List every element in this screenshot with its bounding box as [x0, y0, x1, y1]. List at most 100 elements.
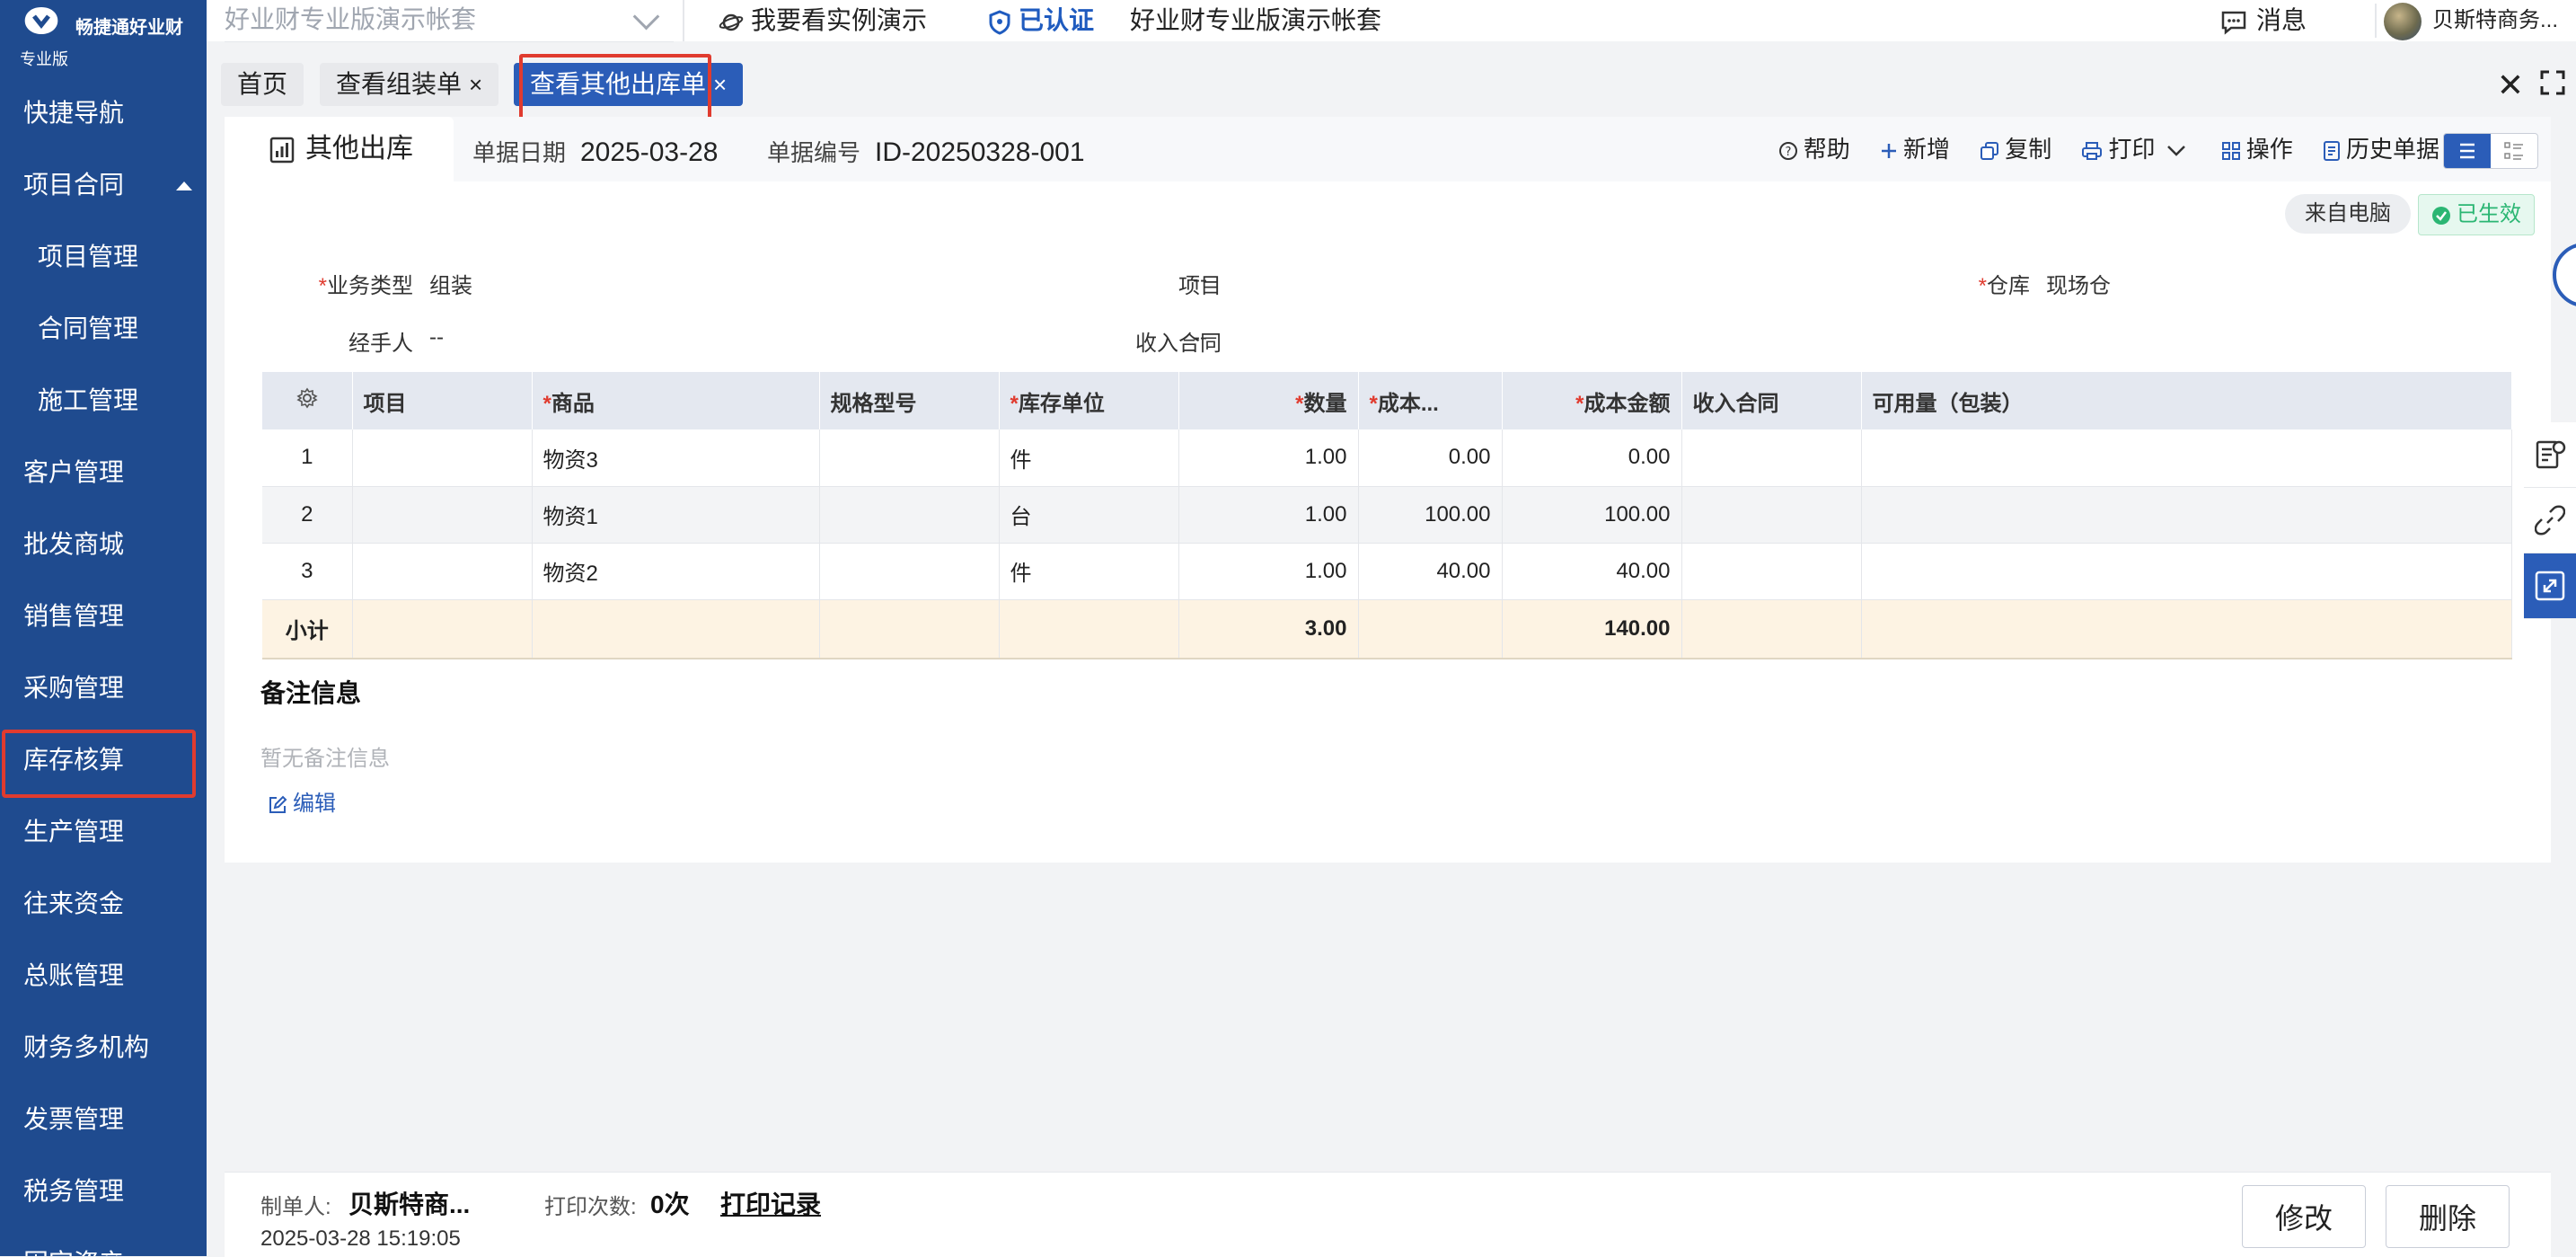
cell-amount: 100.00: [1502, 486, 1682, 544]
nav-sales[interactable]: 销售管理: [0, 580, 207, 652]
nav-fixed-assets[interactable]: 固定资产: [0, 1227, 207, 1256]
cell-contract: [1681, 543, 1862, 600]
col-header-unit: *库存单位: [999, 372, 1179, 429]
tab-view-assembly-label: 查看组装单: [336, 70, 463, 98]
row-index: 1: [262, 429, 353, 487]
cell-qty: 1.00: [1178, 429, 1359, 487]
shield-icon: [989, 9, 1010, 35]
handler-label: 经手人: [348, 332, 413, 356]
fullscreen-icon[interactable]: [2540, 70, 2565, 95]
tab-home[interactable]: 首页: [221, 63, 304, 106]
history-button[interactable]: 历史单据: [2323, 136, 2439, 163]
list-view-toggle[interactable]: [2444, 134, 2491, 168]
nav-tax[interactable]: 税务管理: [0, 1155, 207, 1227]
right-tool-rail: [2524, 422, 2576, 619]
help-button[interactable]: ? 帮助: [1778, 136, 1850, 163]
add-button[interactable]: 新增: [1880, 136, 1950, 163]
print-label: 打印: [2108, 136, 2156, 163]
total-empty: [819, 599, 1000, 659]
col-header-spec: 规格型号: [819, 372, 1000, 429]
cell-contract: [1681, 429, 1862, 487]
cell-spec: [819, 543, 1000, 600]
project-value: --: [1193, 268, 1207, 292]
col-header-amount: *成本金额: [1502, 372, 1682, 429]
tab-home-label: 首页: [237, 70, 288, 98]
tab-view-other-outbound-label: 查看其他出库单: [530, 70, 707, 98]
account-select[interactable]: 好业财专业版演示帐套: [225, 0, 674, 42]
col-header-contract: 收入合同: [1681, 372, 1862, 429]
assistant-peek-handle[interactable]: [2553, 243, 2576, 307]
total-empty: [1681, 599, 1862, 659]
cell-unit: 件: [999, 543, 1179, 600]
print-record-link[interactable]: 打印记录: [720, 1185, 821, 1221]
printer-icon: [2082, 142, 2103, 161]
nav-project-manage[interactable]: 项目管理: [0, 221, 207, 293]
copy-button[interactable]: 复制: [1980, 136, 2051, 163]
nav-funds[interactable]: 往来资金: [0, 868, 207, 940]
caret-up-icon: [176, 181, 192, 190]
messages-button[interactable]: 消息: [2220, 0, 2307, 41]
nav-inventory[interactable]: 库存核算: [0, 724, 207, 798]
link-icon: [2535, 505, 2565, 536]
demo-link[interactable]: 我要看实例演示: [719, 0, 927, 41]
view-switch[interactable]: [2443, 133, 2538, 169]
notes-edit-link[interactable]: 编辑: [268, 785, 336, 817]
column-settings[interactable]: [262, 372, 353, 429]
avatar: [2383, 2, 2422, 40]
nav-purchase[interactable]: 采购管理: [0, 652, 207, 724]
nav-invoice[interactable]: 发票管理: [0, 1084, 207, 1155]
rail-notes-button[interactable]: [2524, 422, 2576, 488]
close-icon[interactable]: ×: [469, 71, 482, 98]
gear-icon: [296, 387, 318, 408]
notes-empty: 暂无备注信息: [260, 747, 390, 771]
rail-attachment-button[interactable]: [2524, 488, 2576, 553]
certified-badge[interactable]: 已认证: [988, 0, 1094, 41]
source-badge: 来自电脑: [2285, 194, 2411, 234]
col-header-project: 项目: [352, 372, 533, 429]
print-button[interactable]: 打印: [2081, 136, 2191, 163]
warehouse-value: 现场仓: [2046, 274, 2111, 298]
total-empty: [352, 599, 533, 659]
document-toolbar: ? 帮助 新增 复制 打印 操作 历史单据: [1755, 117, 2439, 181]
nav-project-contract[interactable]: 项目合同: [0, 149, 207, 221]
detail-view-toggle[interactable]: [2491, 134, 2537, 168]
chevron-down-icon: [632, 3, 660, 31]
close-icon[interactable]: ×: [713, 71, 727, 98]
close-icon[interactable]: ✕: [2497, 66, 2524, 104]
nav-wholesale[interactable]: 批发商城: [0, 509, 207, 580]
user-menu[interactable]: 贝斯特商务...: [2383, 0, 2558, 41]
delete-button[interactable]: 删除: [2386, 1185, 2510, 1248]
total-empty: [532, 599, 820, 659]
brand-logo: 畅捷通好业财 专业版: [0, 0, 207, 77]
top-header: 好业财专业版演示帐套 我要看实例演示 已认证 好业财专业版演示帐套 消息 贝斯特…: [207, 0, 2576, 42]
nav-construction[interactable]: 施工管理: [0, 365, 207, 437]
tab-view-assembly[interactable]: 查看组装单 ×: [320, 63, 499, 106]
table-row[interactable]: 1 物资3 件 1.00 0.00 0.00: [262, 429, 2512, 487]
nav-production[interactable]: 生产管理: [0, 796, 207, 868]
nav-contract-manage[interactable]: 合同管理: [0, 293, 207, 365]
cell-available: [1861, 486, 2512, 544]
cell-amount: 0.00: [1502, 429, 1682, 487]
table-header-row: 项目 *商品 规格型号 *库存单位 *数量 *成本... *成本金额 收入合同 …: [262, 372, 2512, 429]
nav-ledger[interactable]: 总账管理: [0, 940, 207, 1012]
modify-button[interactable]: 修改: [2242, 1185, 2366, 1248]
table-row[interactable]: 2 物资1 台 1.00 100.00 100.00: [262, 486, 2512, 544]
table-total-row: 小计 3.00 140.00: [262, 599, 2512, 659]
chevron-down-icon[interactable]: [2166, 145, 2186, 157]
rail-expand-button[interactable]: [2524, 553, 2576, 619]
document-type-tab[interactable]: 其他出库: [225, 117, 454, 181]
tab-view-other-outbound[interactable]: 查看其他出库单 ×: [514, 63, 744, 106]
cell-cost: 40.00: [1358, 543, 1503, 600]
nav-quick[interactable]: 快捷导航: [0, 77, 207, 149]
cell-spec: [819, 429, 1000, 487]
creator-value: 贝斯特商...: [348, 1191, 471, 1218]
nav-customer[interactable]: 客户管理: [0, 437, 207, 509]
list-bullets-icon: [2504, 142, 2523, 160]
table-row[interactable]: 3 物资2 件 1.00 40.00 40.00: [262, 543, 2512, 600]
operations-button[interactable]: 操作: [2221, 136, 2293, 163]
nav-multi-org[interactable]: 财务多机构: [0, 1012, 207, 1084]
brand-name: 畅捷通好业财: [75, 18, 183, 38]
cell-unit: 件: [999, 429, 1179, 487]
messages-label: 消息: [2255, 6, 2307, 34]
grid-icon: [2221, 142, 2240, 161]
